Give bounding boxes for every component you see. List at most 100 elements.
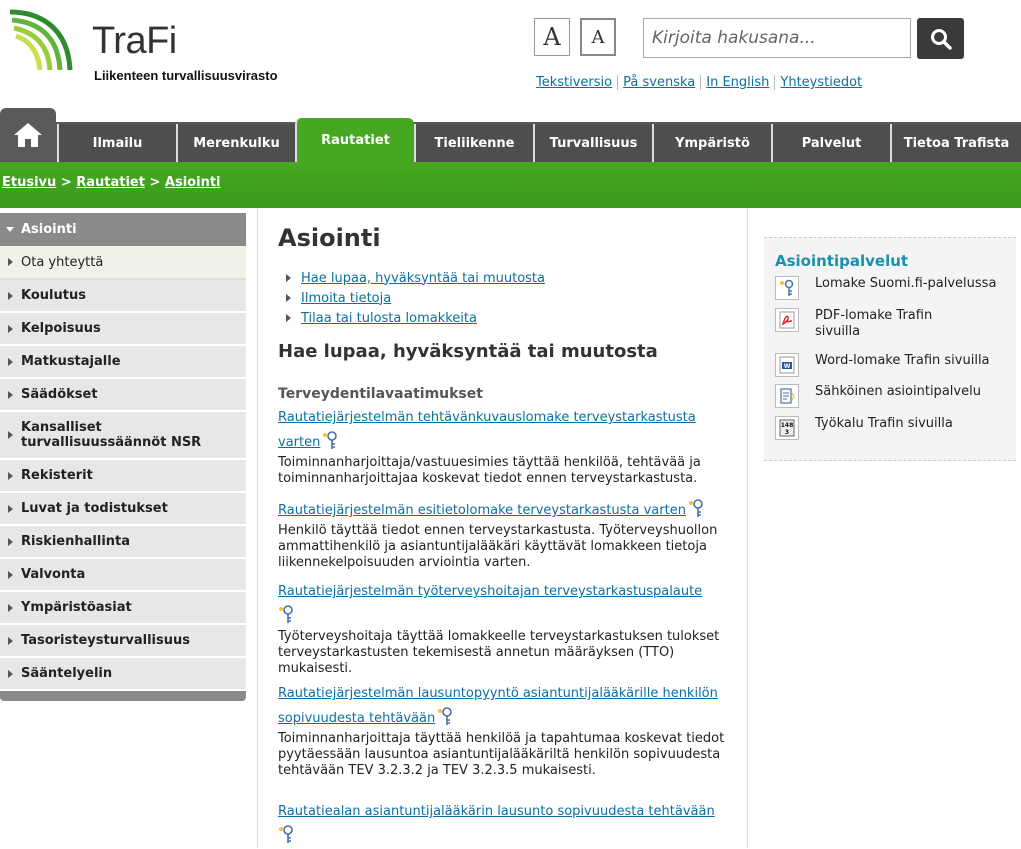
sidebar-item-kelpoisuus[interactable]: Kelpoisuus [0, 313, 246, 346]
caret-right-icon [8, 390, 13, 399]
legend-item: Lomake Suomi.fi-palvelussa [775, 276, 996, 300]
svg-text:3: 3 [785, 429, 789, 436]
link-tekstiversio[interactable]: Tekstiversio [536, 75, 612, 90]
tab-tieliikenne[interactable]: Tieliikenne [414, 124, 533, 162]
font-size-large-button[interactable]: A [534, 18, 570, 56]
search-icon [930, 28, 952, 50]
breadcrumb-separator: > [60, 175, 77, 190]
toc-link-hae-lupaa[interactable]: Hae lupaa, hyväksyntää tai muutosta [301, 271, 545, 286]
home-button[interactable] [0, 108, 56, 162]
form-entry: Rautatiejärjestelmän esitietolomake terv… [278, 498, 738, 571]
breadcrumb-separator: > [149, 175, 165, 190]
caret-down-icon [6, 227, 14, 232]
toc-link-ilmoita[interactable]: Ilmoita tietoja [301, 291, 391, 306]
tab-ilmailu[interactable]: Ilmailu [57, 124, 176, 162]
sidebar-item-matkustajalle[interactable]: Matkustajalle [0, 346, 246, 379]
link-svenska[interactable]: På svenska [623, 75, 695, 90]
legend-label: PDF-lomake Trafin sivuilla [815, 308, 933, 339]
brand-subtitle: Liikenteen turvallisuusvirasto [94, 68, 278, 83]
key-icon[interactable] [278, 604, 294, 629]
key-icon[interactable] [437, 706, 453, 731]
caret-right-icon [8, 570, 13, 579]
legend-label: Sähköinen asiointipalvelu [815, 384, 981, 399]
sidebar-item-riskienhallinta[interactable]: Riskienhallinta [0, 526, 246, 559]
caret-right-icon [286, 314, 291, 322]
caret-right-icon [286, 274, 291, 282]
sidebar-item-saadokset[interactable]: Säädökset [0, 379, 246, 412]
svg-text:148: 148 [781, 422, 794, 429]
form-description: Toiminnanharjoittaja täyttää henkilöä ja… [278, 731, 725, 778]
key-icon[interactable] [322, 430, 338, 455]
form-description: Toiminnanharjoittaja/vastuuesimies täytt… [278, 455, 701, 486]
page-title: Asiointi [278, 224, 381, 252]
tab-tietoa-trafista[interactable]: Tietoa Trafista [890, 124, 1021, 162]
sidebar-item-saantelyelin[interactable]: Sääntelyelin [0, 658, 246, 691]
nav-tabs: Ilmailu Merenkulku Rautatiet Tieliikenne… [57, 118, 1021, 162]
key-icon[interactable] [278, 824, 294, 849]
toc-link-tilaa[interactable]: Tilaa tai tulosta lomakkeita [301, 311, 477, 326]
caret-right-icon [8, 669, 13, 678]
sidebar-footer [0, 691, 246, 701]
brand-name: TraFi [92, 20, 177, 62]
page-toc: Hae lupaa, hyväksyntää tai muutosta Ilmo… [286, 268, 545, 328]
form-entry: Rautatiejärjestelmän työterveyshoitajan … [278, 580, 738, 677]
service-legend: Asiointipalvelut Lomake Suomi.fi-palvelu… [764, 237, 1016, 461]
form-entry: Rautatiealan asiantuntijalääkärin lausun… [278, 800, 738, 849]
form-entry: Rautatiejärjestelmän tehtävänkuvauslomak… [278, 406, 738, 487]
legend-item: W Word-lomake Trafin sivuilla [775, 353, 990, 377]
form-link[interactable]: Rautatiealan asiantuntijalääkärin lausun… [278, 804, 715, 819]
sidebar-item-tasoristeys[interactable]: Tasoristeysturvallisuus [0, 625, 246, 658]
legend-title: Asiointipalvelut [775, 252, 909, 270]
sidebar-item-rekisterit[interactable]: Rekisterit [0, 460, 246, 493]
toc-item: Ilmoita tietoja [286, 288, 545, 308]
trafi-logo[interactable]: TraFi Liikenteen turvallisuusvirasto [8, 6, 288, 86]
caret-right-icon [286, 294, 291, 302]
legend-item: Sähköinen asiointipalvelu [775, 384, 981, 408]
sidebar-item-valvonta[interactable]: Valvonta [0, 559, 246, 592]
sidebar-head-asiointi[interactable]: Asiointi [0, 213, 246, 246]
breadcrumb-etusivu[interactable]: Etusivu [2, 175, 56, 190]
form-link[interactable]: Rautatiejärjestelmän lausuntopyyntö asia… [278, 686, 718, 726]
tab-merenkulku[interactable]: Merenkulku [176, 124, 295, 162]
word-icon: W [775, 353, 799, 377]
sidebar-item-luvat[interactable]: Luvat ja todistukset [0, 493, 246, 526]
svg-text:W: W [784, 363, 791, 370]
caret-right-icon [8, 471, 13, 480]
link-yhteystiedot[interactable]: Yhteystiedot [780, 75, 862, 90]
tab-turvallisuus[interactable]: Turvallisuus [533, 124, 652, 162]
form-link[interactable]: Rautatiejärjestelmän työterveyshoitajan … [278, 584, 702, 599]
tab-ymparisto[interactable]: Ympäristö [652, 124, 771, 162]
top-links: Tekstiversio På svenska In English Yhtey… [536, 75, 867, 90]
link-english[interactable]: In English [706, 75, 769, 90]
form-link[interactable]: Rautatiejärjestelmän tehtävänkuvauslomak… [278, 410, 696, 450]
legend-item: 148 3 Työkalu Trafin sivuilla [775, 416, 953, 440]
form-link[interactable]: Rautatiejärjestelmän esitietolomake terv… [278, 503, 686, 518]
search-button[interactable] [917, 18, 964, 59]
sidebar-item-ota-yhteytta[interactable]: Ota yhteyttä [0, 246, 246, 280]
toc-item: Tilaa tai tulosta lomakkeita [286, 308, 545, 328]
sidebar-item-koulutus[interactable]: Koulutus [0, 280, 246, 313]
key-icon[interactable] [688, 498, 704, 523]
sidebar-item-ymparistoasiat[interactable]: Ympäristöasiat [0, 592, 246, 625]
breadcrumb-rautatiet[interactable]: Rautatiet [76, 175, 145, 190]
font-size-small-button[interactable]: A [580, 18, 616, 56]
breadcrumb-asiointi[interactable]: Asiointi [165, 175, 221, 190]
caret-right-icon [8, 357, 13, 366]
caret-right-icon [8, 537, 13, 546]
pdf-icon [775, 308, 799, 332]
toc-item: Hae lupaa, hyväksyntää tai muutosta [286, 268, 545, 288]
form-entry: Rautatiejärjestelmän lausuntopyyntö asia… [278, 682, 738, 779]
caret-right-icon [8, 603, 13, 612]
main-content: Asiointi Hae lupaa, hyväksyntää tai muut… [257, 208, 748, 848]
form-description: Henkilö täyttää tiedot ennen terveystark… [278, 523, 718, 570]
tab-palvelut[interactable]: Palvelut [771, 124, 890, 162]
legend-label: Word-lomake Trafin sivuilla [815, 353, 990, 368]
caret-right-icon [8, 504, 13, 513]
tab-rautatiet[interactable]: Rautatiet [295, 118, 414, 162]
subsection-title: Terveydentilavaatimukset [278, 386, 483, 402]
sidebar-item-nsr[interactable]: Kansalliset turvallisuussäännöt NSR [0, 412, 246, 460]
legend-label: Työkalu Trafin sivuilla [815, 416, 953, 431]
search-input[interactable] [643, 18, 911, 58]
caret-right-icon [8, 324, 13, 333]
caret-right-icon [8, 636, 13, 645]
